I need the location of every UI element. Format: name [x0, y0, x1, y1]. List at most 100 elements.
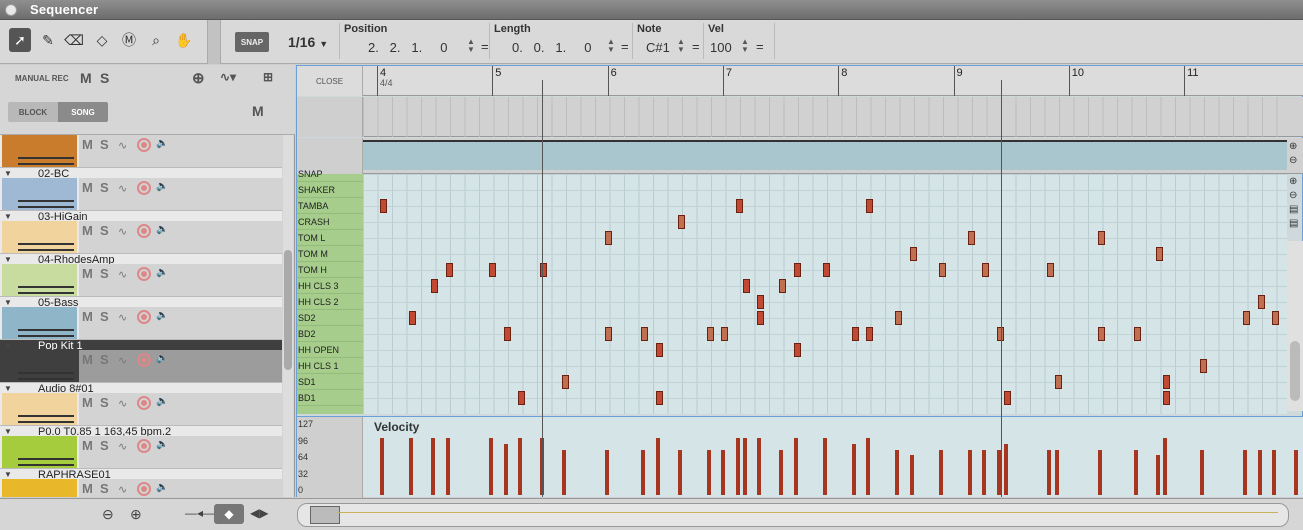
drum-key-label[interactable]: TOM M [297, 246, 363, 262]
velocity-bar[interactable] [489, 438, 493, 495]
velocity-bar[interactable] [1293, 449, 1298, 495]
zoom-out-icon[interactable]: ⊖ [1289, 155, 1297, 166]
automation-icon[interactable]: ∿ [118, 440, 127, 453]
note-event[interactable] [793, 263, 801, 277]
note-event[interactable] [445, 263, 453, 277]
velocity-bar[interactable] [793, 438, 798, 495]
record-enable-icon[interactable] [137, 310, 151, 324]
expand-triangle-icon[interactable]: ▼ [4, 298, 12, 307]
scrollbar-thumb[interactable] [284, 250, 292, 370]
track-row[interactable]: ▼ 04-RhodesAmp M S ∿ 🔈 [0, 254, 282, 297]
note-event[interactable] [735, 199, 743, 213]
track-row[interactable]: ▼MS∿🔈 [0, 135, 282, 168]
track-color-thumbnail[interactable] [2, 436, 77, 468]
note-event[interactable] [677, 215, 685, 229]
note-event[interactable] [641, 327, 649, 341]
note-event[interactable] [909, 247, 917, 261]
close-editor-button[interactable]: CLOSE [297, 66, 363, 96]
velocity-bar[interactable] [518, 438, 522, 495]
expand-triangle-icon[interactable]: ▼ [4, 169, 12, 178]
note-event[interactable] [1054, 375, 1062, 389]
note-event[interactable] [895, 311, 902, 325]
note-event[interactable] [605, 327, 612, 341]
position-stepper[interactable]: ▲ ▼ [467, 38, 475, 54]
automation-icon[interactable]: ∿ [118, 354, 127, 367]
automation-icon[interactable]: ∿ [118, 397, 127, 410]
speaker-icon[interactable]: 🔈 [156, 439, 168, 450]
clip-lane-grid[interactable] [363, 97, 1287, 137]
note-equals[interactable]: = [692, 39, 700, 54]
track-color-thumbnail[interactable] [2, 178, 77, 210]
note-event[interactable] [655, 343, 663, 357]
note-event[interactable] [409, 311, 417, 325]
velocity-bar[interactable] [380, 438, 385, 495]
snap-button[interactable]: SNAP [235, 32, 269, 52]
track-solo-button[interactable]: S [100, 395, 109, 410]
note-event[interactable] [1003, 391, 1011, 405]
track-mute-button[interactable]: M [82, 481, 93, 496]
lane-view-icon[interactable]: ▤ [1289, 204, 1298, 215]
note-event[interactable] [1199, 359, 1207, 373]
track-solo-button[interactable]: S [100, 438, 109, 453]
navigator-view-window[interactable] [310, 506, 340, 524]
eraser-tool-icon[interactable]: ⌫ [63, 28, 85, 52]
drum-key-label[interactable]: TOM L [297, 230, 363, 246]
length-equals[interactable]: = [621, 39, 629, 54]
block-mode-button[interactable]: BLOCK [8, 102, 58, 122]
track-color-thumbnail[interactable] [2, 221, 77, 253]
speaker-icon[interactable]: 🔈 [156, 310, 168, 321]
length-stepper[interactable]: ▲ ▼ [607, 38, 615, 54]
note-event[interactable] [539, 263, 547, 277]
automation-icon[interactable]: ∿▾ [220, 70, 236, 84]
automation-icon[interactable]: ∿ [118, 483, 127, 496]
velocity-bar[interactable] [866, 443, 870, 495]
note-event[interactable] [822, 263, 830, 277]
mute-all-button[interactable]: M [80, 70, 92, 86]
velocity-bar[interactable] [605, 449, 609, 495]
track-row[interactable]: ▼ RAPHRASE01 M S ∿ 🔈 [0, 469, 282, 497]
note-event[interactable] [605, 231, 612, 245]
record-enable-icon[interactable] [137, 439, 151, 453]
track-color-thumbnail[interactable] [2, 479, 77, 497]
track-row[interactable]: ▼ 03-HiGain M S ∿ 🔈 [0, 211, 282, 254]
solo-all-button[interactable]: S [100, 70, 109, 86]
automation-icon[interactable]: ∿ [118, 182, 127, 195]
note-event[interactable] [757, 311, 765, 325]
track-mute-button[interactable]: M [82, 180, 93, 195]
note-grid[interactable] [363, 174, 1301, 414]
vel-equals[interactable]: = [756, 39, 764, 54]
note-stepper[interactable]: ▲ ▼ [677, 38, 685, 54]
pencil-tool-icon[interactable]: ✎ [37, 28, 59, 52]
velocity-bars[interactable] [363, 417, 1298, 498]
position-value[interactable]: 2. 2. 1. 0 [368, 40, 448, 55]
track-color-thumbnail[interactable] [2, 393, 77, 425]
note-event[interactable] [742, 279, 750, 293]
magnify-tool-icon[interactable]: ⌕ [145, 28, 167, 52]
note-event[interactable] [431, 279, 438, 293]
note-event[interactable] [1098, 327, 1105, 341]
velocity-bar[interactable] [641, 449, 646, 495]
note-value[interactable]: C#1 [646, 40, 670, 55]
velocity-bar[interactable] [757, 438, 762, 495]
track-solo-button[interactable]: S [100, 481, 109, 496]
velocity-bar[interactable] [822, 438, 827, 495]
note-event[interactable] [503, 327, 511, 341]
velocity-bar[interactable] [938, 449, 943, 495]
velocity-bar[interactable] [706, 449, 711, 495]
velocity-bar[interactable] [1199, 449, 1204, 495]
song-navigator[interactable] [297, 503, 1289, 527]
drum-key-label[interactable]: TAMBA [297, 198, 363, 214]
position-equals[interactable]: = [481, 39, 489, 54]
track-mute-button[interactable]: M [82, 352, 93, 367]
drum-key-label[interactable]: BD1 [297, 390, 363, 406]
note-event[interactable] [1163, 375, 1171, 389]
track-color-thumbnail[interactable] [2, 307, 77, 339]
drum-key-label[interactable]: HH CLS 1 [297, 358, 363, 374]
note-event[interactable] [655, 391, 663, 405]
expand-triangle-icon[interactable]: ▼ [4, 212, 12, 221]
speaker-icon[interactable]: 🔈 [156, 396, 168, 407]
note-event[interactable] [561, 375, 569, 389]
length-value[interactable]: 0. 0. 1. 0 [512, 40, 592, 55]
note-event[interactable] [996, 327, 1004, 341]
track-color-thumbnail[interactable] [2, 135, 77, 167]
